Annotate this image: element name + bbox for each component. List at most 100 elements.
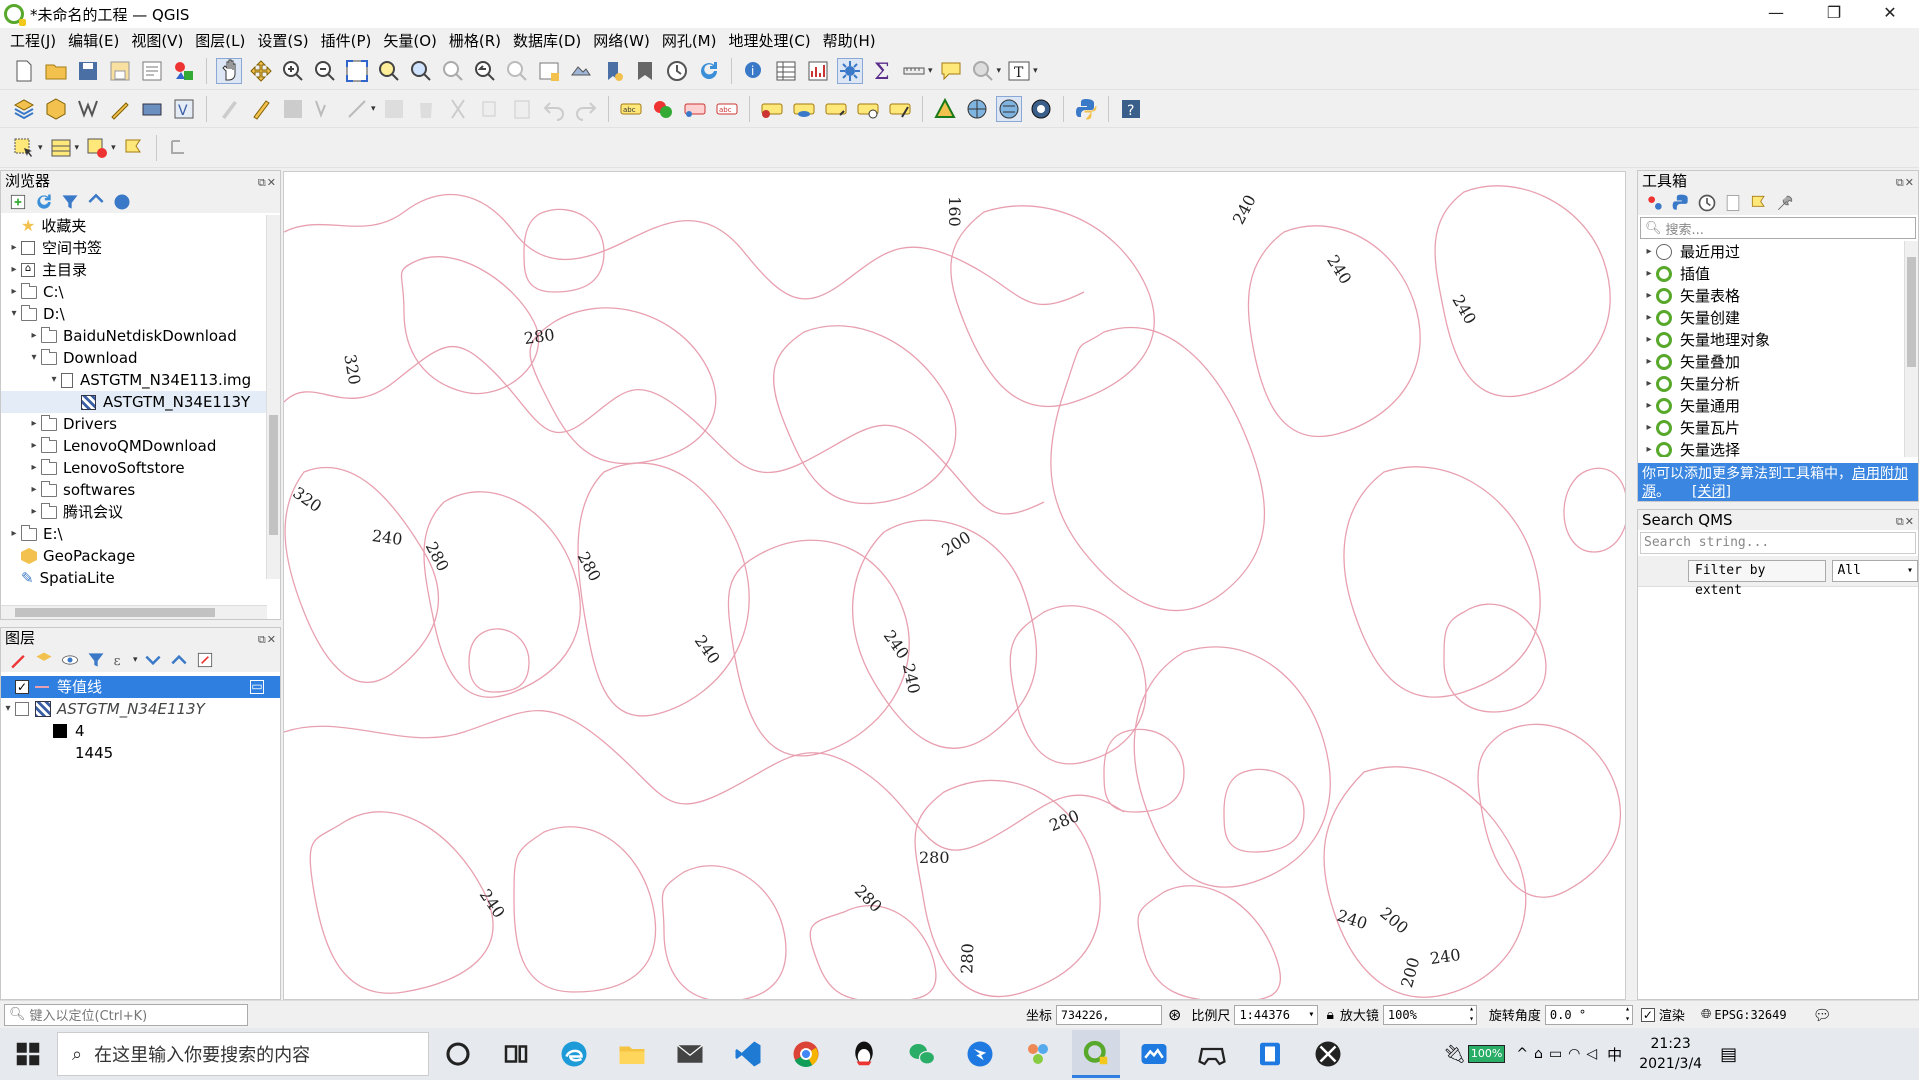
select-by-value-icon[interactable]: [48, 135, 74, 161]
new-geopackage-layer-icon[interactable]: [43, 96, 69, 122]
toolbox-group[interactable]: ▸ 矢量表格: [1638, 285, 1918, 307]
whiteboard-icon[interactable]: [1130, 1030, 1178, 1078]
vscode-icon[interactable]: [724, 1030, 772, 1078]
open-attribute-table-icon[interactable]: [773, 58, 799, 84]
layer-visibility-checkbox[interactable]: ✓: [15, 680, 29, 694]
expand-all-icon[interactable]: [143, 650, 163, 670]
show-bookmarks-icon[interactable]: [632, 58, 658, 84]
toolbox-group[interactable]: ▸ 矢量地理对象: [1638, 329, 1918, 351]
layer-visibility-checkbox[interactable]: [15, 702, 29, 716]
panel-float-close-icon[interactable]: ⧉✕: [258, 173, 277, 193]
browser-item[interactable]: ▸ C:\: [1, 281, 280, 303]
menu-settings[interactable]: 设置(S): [251, 30, 314, 51]
tree-expander-icon[interactable]: ▸: [7, 281, 21, 303]
pan-to-selection-icon[interactable]: [248, 58, 274, 84]
render-checkbox[interactable]: ✓: [1640, 1007, 1655, 1022]
locator-icon[interactable]: [970, 58, 996, 84]
layout-manager-icon[interactable]: [139, 58, 165, 84]
wifi-icon[interactable]: ◠: [1565, 1046, 1583, 1062]
notification-icon[interactable]: ▤: [1720, 1044, 1737, 1065]
text-annotation-icon[interactable]: T: [1006, 58, 1032, 84]
open-project-icon[interactable]: [43, 58, 69, 84]
monitor-icon[interactable]: ▭: [1546, 1046, 1565, 1062]
highlight-pinned-icon[interactable]: abc: [714, 96, 740, 122]
browser-item[interactable]: ASTGTM_N34E113Y: [1, 391, 280, 413]
delete-selected-icon[interactable]: [413, 96, 439, 122]
cortana-icon[interactable]: [434, 1030, 482, 1078]
layer-item-contours[interactable]: ✓ 等值线 ▭: [1, 676, 280, 698]
spin-arrows-icon[interactable]: ▴ ▾: [1469, 1004, 1474, 1024]
deselect-all-icon[interactable]: [84, 135, 110, 161]
label-tool-icon[interactable]: abc: [618, 96, 644, 122]
toolbox-group[interactable]: ▸ 插值: [1638, 263, 1918, 285]
browser-vertical-scrollbar[interactable]: [266, 215, 280, 579]
tree-expander-icon[interactable]: ▸: [27, 435, 41, 457]
map-tips-icon[interactable]: [938, 58, 964, 84]
messages-icon[interactable]: 💬︎: [1813, 1006, 1832, 1024]
tree-expander-icon[interactable]: ▸: [27, 325, 41, 347]
pan-map-icon[interactable]: [216, 57, 242, 84]
edit-features-inplace-icon[interactable]: [1749, 193, 1769, 213]
menu-database[interactable]: 数据库(D): [507, 30, 587, 51]
windows-start-icon[interactable]: [4, 1030, 52, 1078]
copy-icon[interactable]: [477, 96, 503, 122]
browser-item[interactable]: ▾ Download: [1, 347, 280, 369]
new-map-view-icon[interactable]: [536, 58, 562, 84]
tree-expander-icon[interactable]: ▸: [27, 501, 41, 523]
browser-item[interactable]: ▾ ASTGTM_N34E113.img: [1, 369, 280, 391]
chrome-icon[interactable]: [782, 1030, 830, 1078]
toolbox-group[interactable]: ▸ 矢量叠加: [1638, 351, 1918, 373]
select-by-expression-icon[interactable]: [121, 135, 147, 161]
menu-mesh[interactable]: 网孔(M): [656, 30, 723, 51]
toolbox-group[interactable]: ▸ 矢量瓦片: [1638, 417, 1918, 439]
zoom-in-icon[interactable]: [280, 58, 306, 84]
manage-visibility-icon[interactable]: [60, 650, 80, 670]
pin-labels-icon[interactable]: [682, 96, 708, 122]
data-source-manager-icon[interactable]: [11, 96, 37, 122]
chevron-up-icon[interactable]: ^: [1513, 1046, 1531, 1062]
tree-expander-icon[interactable]: ▸: [27, 413, 41, 435]
toolbox-group[interactable]: ▸ 最近用过: [1638, 241, 1918, 263]
qms-search-input[interactable]: Search string...: [1640, 532, 1916, 554]
qq-icon[interactable]: [840, 1030, 888, 1078]
maximize-button[interactable]: ❐: [1806, 0, 1862, 28]
filter-by-extent-button[interactable]: Filter by extent: [1688, 560, 1827, 598]
tree-expander-icon[interactable]: ▸: [1642, 395, 1656, 417]
select-features-icon[interactable]: [11, 135, 37, 161]
network-icon[interactable]: ⌂: [1531, 1046, 1546, 1062]
add-virtual-layer-icon[interactable]: V: [171, 96, 197, 122]
measure-icon[interactable]: [901, 58, 927, 84]
save-as-icon[interactable]: [107, 58, 133, 84]
save-project-icon[interactable]: [75, 58, 101, 84]
browser-item[interactable]: ▸ LenovoSoftstore: [1, 457, 280, 479]
map-canvas[interactable]: 160 240 240 240 280 320 320 240 280 280 …: [283, 171, 1626, 1000]
move-diagram-icon[interactable]: [823, 96, 849, 122]
scale-select[interactable]: 1:44376 ▾: [1234, 1004, 1319, 1025]
style-manager-icon[interactable]: [171, 58, 197, 84]
change-label-icon[interactable]: [887, 96, 913, 122]
tree-expander-icon[interactable]: ▸: [1642, 285, 1656, 307]
results-viewer-icon[interactable]: [1723, 193, 1743, 213]
toolbox-group[interactable]: ▸ 矢量分析: [1638, 373, 1918, 395]
menu-help[interactable]: 帮助(H): [817, 30, 882, 51]
menu-view[interactable]: 视图(V): [125, 30, 189, 51]
browser-item[interactable]: GeoPackage: [1, 545, 280, 567]
history-icon[interactable]: [1697, 193, 1717, 213]
tree-expander-icon[interactable]: ▸: [1642, 417, 1656, 439]
input-method-indicator[interactable]: 中: [1604, 1044, 1625, 1065]
zoom-full-icon[interactable]: [344, 58, 370, 84]
toolbox-search-input[interactable]: 🔍︎ 搜索...: [1640, 217, 1916, 239]
refresh-icon[interactable]: [696, 58, 722, 84]
menu-project[interactable]: 工程(J): [0, 30, 62, 51]
task-view-icon[interactable]: [492, 1030, 540, 1078]
browser-item[interactable]: ▸ 腾讯会议: [1, 501, 280, 523]
filter-legend-icon[interactable]: [86, 650, 106, 670]
toggle-editing-icon[interactable]: [248, 96, 274, 122]
toggle-extents-icon[interactable]: ⊛: [1168, 1005, 1181, 1024]
collapse-all-icon[interactable]: [86, 192, 106, 212]
add-feature-icon[interactable]: [312, 96, 338, 122]
browser-item[interactable]: ▸ ⌂ 主目录: [1, 259, 280, 281]
close-button[interactable]: ✕: [1862, 0, 1918, 28]
minimize-button[interactable]: —: [1748, 0, 1804, 28]
tree-expander-icon[interactable]: ▸: [7, 523, 21, 545]
